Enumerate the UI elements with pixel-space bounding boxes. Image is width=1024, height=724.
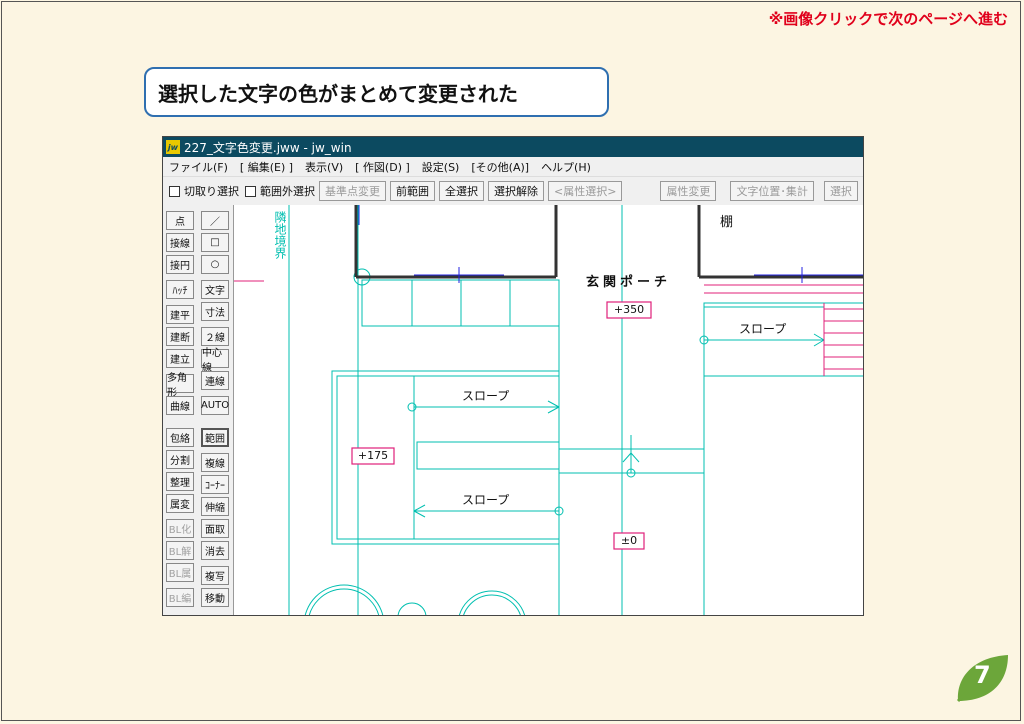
tool-attr-change[interactable]: 属変 [166, 494, 194, 513]
out-range-label: 範囲外選択 [260, 185, 315, 198]
tool-rectangle[interactable]: □ [201, 233, 229, 252]
prev-range-button[interactable]: 前範囲 [390, 181, 435, 201]
tool-bl-make[interactable]: BL化 [166, 519, 194, 538]
select-all-button[interactable]: 全選択 [439, 181, 484, 201]
title-bar: jw 227_文字色変更.jww - jw_win [163, 137, 863, 157]
page-number: 7 [974, 661, 991, 689]
label-shelf: 棚 [720, 215, 734, 230]
tool-polygon[interactable]: 多角形 [166, 373, 194, 399]
cut-select-label: 切取り選択 [184, 185, 239, 198]
window-title: 227_文字色変更.jww - jw_win [184, 140, 352, 155]
cut-select-checkbox[interactable]: 切取り選択 [169, 183, 239, 199]
text-pos-button[interactable]: 文字位置･集計 [730, 181, 814, 201]
tool-copy[interactable]: 複写 [201, 566, 229, 585]
tool-hatch[interactable]: ﾊｯﾁ [166, 280, 194, 299]
label-slope-1: スロープ [462, 389, 510, 403]
tool-text[interactable]: 文字 [201, 280, 229, 299]
tool-auto[interactable]: AUTO [201, 396, 229, 415]
tool-dimension[interactable]: 寸法 [201, 302, 229, 321]
tool-tangent-circle[interactable]: 接円 [166, 255, 194, 274]
tool-bl-edit[interactable]: BL編 [166, 588, 194, 607]
label-boundary: 隣地境界 [273, 211, 287, 259]
attr-change-button[interactable]: 属性変更 [660, 181, 717, 201]
tool-bar: 切取り選択 範囲外選択 基準点変更 前範囲 全選択 選択解除 <属性選択> 属性… [163, 177, 863, 206]
next-page-note[interactable]: ※画像クリックで次のページへ進む [769, 8, 1008, 29]
menu-bar: ファイル(F) [ 編集(E) ] 表示(V) [ 作図(D) ] 設定(S) … [163, 157, 863, 177]
label-level-0: ±0 [620, 534, 638, 547]
menu-view[interactable]: 表示(V) [305, 159, 343, 175]
tool-bl-release[interactable]: BL解 [166, 541, 194, 560]
tool-point[interactable]: 点 [166, 211, 194, 230]
tool-center-line[interactable]: 中心線 [201, 348, 229, 374]
menu-edit[interactable]: [ 編集(E) ] [240, 159, 293, 175]
menu-settings[interactable]: 設定(S) [422, 159, 460, 175]
label-level-350: +350 [613, 303, 645, 316]
tool-circle[interactable]: ○ [201, 255, 229, 274]
tool-tangent[interactable]: 接線 [166, 233, 194, 252]
jw-app-icon: jw [166, 140, 180, 154]
tool-move[interactable]: 移動 [201, 588, 229, 607]
tool-envelope[interactable]: 包絡 [166, 428, 194, 447]
checkbox-icon [245, 185, 256, 197]
tool-curve[interactable]: 曲線 [166, 396, 194, 415]
tool-arrange[interactable]: 整理 [166, 472, 194, 491]
tool-bl-attr[interactable]: BL属 [166, 563, 194, 582]
tool-divide[interactable]: 分割 [166, 450, 194, 469]
checkbox-icon [169, 185, 180, 197]
label-porch: 玄関ポーチ [586, 275, 672, 290]
clear-selection-button[interactable]: 選択解除 [488, 181, 544, 201]
menu-draw[interactable]: [ 作図(D) ] [355, 159, 410, 175]
menu-file[interactable]: ファイル(F) [169, 159, 228, 175]
tool-continuous-line[interactable]: 連線 [201, 371, 229, 390]
tool-line[interactable]: ／ [201, 211, 229, 230]
out-range-checkbox[interactable]: 範囲外選択 [245, 183, 315, 199]
tool-elevation[interactable]: 建立 [166, 349, 194, 368]
caption-box: 選択した文字の色がまとめて変更された [144, 67, 609, 117]
drawing-canvas[interactable]: 隣地境界 棚 玄関ポーチ +350 +175 ±0 スロープ スロープ スロープ [234, 205, 863, 615]
tool-erase[interactable]: 消去 [201, 541, 229, 560]
menu-help[interactable]: ヘルプ(H) [541, 159, 591, 175]
attr-select-button[interactable]: <属性選択> [548, 181, 623, 201]
select-more-button[interactable]: 選択 [823, 181, 858, 201]
page-number-badge: 7 [952, 653, 1010, 705]
tool-range[interactable]: 範囲 [201, 428, 229, 447]
app-window: jw 227_文字色変更.jww - jw_win ファイル(F) [ 編集(E… [162, 136, 864, 616]
tool-offset[interactable]: 複線 [201, 453, 229, 472]
label-slope-3: スロープ [739, 322, 787, 336]
tool-plan[interactable]: 建平 [166, 305, 194, 324]
floor-plan-drawing [234, 205, 863, 615]
tool-corner[interactable]: ｺｰﾅｰ [201, 475, 229, 494]
left-tool-panel: 点 接線 接円 ﾊｯﾁ 建平 建断 建立 多角形 曲線 包絡 分割 整理 属変 … [163, 205, 234, 615]
label-slope-2: スロープ [462, 493, 510, 507]
menu-other[interactable]: [その他(A)] [471, 159, 529, 175]
base-point-button[interactable]: 基準点変更 [319, 181, 386, 201]
tool-section[interactable]: 建断 [166, 327, 194, 346]
label-level-175: +175 [357, 449, 389, 462]
tool-stretch[interactable]: 伸縮 [201, 497, 229, 516]
tool-chamfer[interactable]: 面取 [201, 519, 229, 538]
